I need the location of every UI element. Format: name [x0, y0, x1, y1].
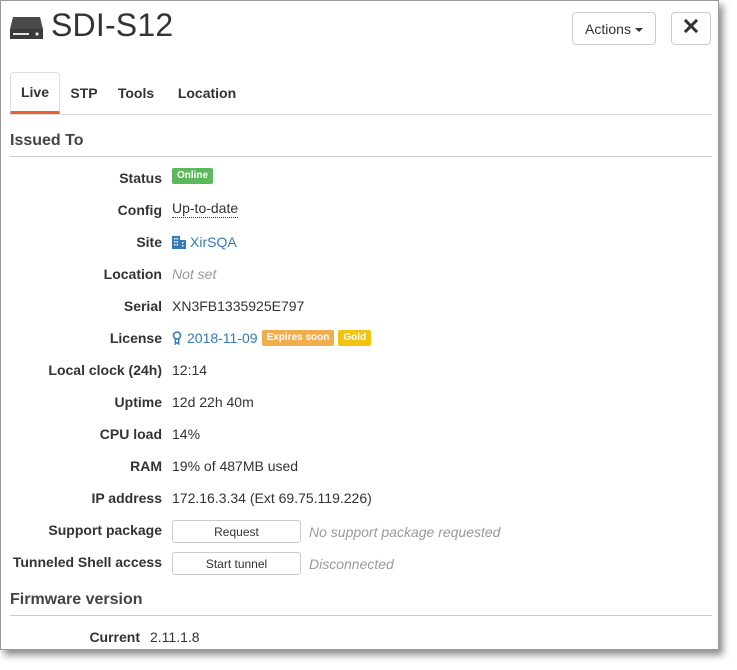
config-label: Config: [117, 202, 162, 218]
device-panel: SDI-S12 Actions Live STP Tools Location …: [0, 0, 719, 650]
tab-live[interactable]: Live: [10, 72, 60, 114]
ram-value: 19% of 487MB used: [172, 458, 299, 474]
start-tunnel-button[interactable]: Start tunnel: [172, 552, 301, 575]
status-label: Status: [119, 170, 162, 186]
request-support-button[interactable]: Request: [172, 520, 301, 543]
serial-label: Serial: [123, 298, 162, 314]
local-clock-label: Local clock (24h): [48, 362, 162, 378]
section-issued-to: Issued To: [10, 132, 712, 157]
serial-value: XN3FB1335925E797: [172, 298, 305, 314]
cpu-load-label: CPU load: [99, 426, 162, 442]
firmware-current-label: Current: [89, 629, 140, 645]
support-package-note: No support package requested: [309, 523, 501, 540]
firmware-current-row: Current 2.11.1.8: [1, 627, 720, 647]
tab-tools[interactable]: Tools: [110, 72, 162, 114]
ram-label: RAM: [130, 458, 162, 474]
actions-label: Actions: [585, 20, 631, 37]
license-label: License: [109, 330, 162, 346]
cpu-load-row: CPU load 14%: [1, 424, 720, 444]
local-clock-value: 12:14: [172, 362, 208, 378]
tunneled-shell-row: Tunneled Shell access Start tunnel Disco…: [1, 552, 720, 575]
ip-address-label: IP address: [91, 490, 162, 506]
local-clock-row: Local clock (24h) 12:14: [1, 360, 720, 380]
config-value[interactable]: Up-to-date: [172, 200, 239, 218]
ram-row: RAM 19% of 487MB used: [1, 456, 720, 476]
tunnel-status-note: Disconnected: [309, 555, 394, 572]
location-label: Location: [103, 266, 162, 282]
close-button[interactable]: [671, 12, 711, 45]
building-icon: [172, 235, 186, 249]
site-row: Site XirSQA: [1, 232, 720, 252]
caret-down-icon: [634, 27, 643, 32]
section-firmware-version: Firmware version: [10, 591, 712, 616]
uptime-row: Uptime 12d 22h 40m: [1, 392, 720, 412]
ip-address-row: IP address 172.16.3.34 (Ext 69.75.119.22…: [1, 488, 720, 508]
actions-dropdown-button[interactable]: Actions: [572, 12, 656, 45]
status-row: Status Online: [1, 168, 720, 188]
location-value: Not set: [172, 266, 217, 282]
ip-address-value: 172.16.3.34 (Ext 69.75.119.226): [172, 490, 372, 506]
status-badge: Online: [172, 168, 214, 184]
tab-stp[interactable]: STP: [62, 72, 106, 114]
close-icon: [683, 18, 699, 38]
uptime-value: 12d 22h 40m: [172, 394, 254, 410]
tab-bar: Live STP Tools Location: [10, 72, 712, 115]
serial-row: Serial XN3FB1335925E797: [1, 296, 720, 316]
page-title: SDI-S12: [51, 7, 174, 43]
support-package-label: Support package: [48, 522, 162, 538]
tab-location[interactable]: Location: [168, 72, 246, 114]
uptime-label: Uptime: [114, 394, 162, 410]
cpu-load-value: 14%: [172, 426, 201, 442]
license-tier-badge: Gold: [338, 330, 372, 346]
expires-soon-badge: Expires soon: [261, 330, 335, 346]
tunneled-shell-label: Tunneled Shell access: [12, 554, 162, 570]
device-drive-icon: [10, 15, 43, 41]
site-link[interactable]: XirSQA: [190, 232, 237, 252]
site-label: Site: [136, 234, 162, 250]
firmware-current-value: 2.11.1.8: [150, 629, 200, 645]
support-package-row: Support package Request No support packa…: [1, 520, 720, 543]
license-icon: [172, 331, 182, 345]
location-row: Location Not set: [1, 264, 720, 284]
license-date-link[interactable]: 2018-11-09: [187, 328, 258, 348]
config-row: Config Up-to-date: [1, 200, 720, 220]
license-row: License 2018-11-09 Expires soon Gold: [1, 328, 720, 348]
